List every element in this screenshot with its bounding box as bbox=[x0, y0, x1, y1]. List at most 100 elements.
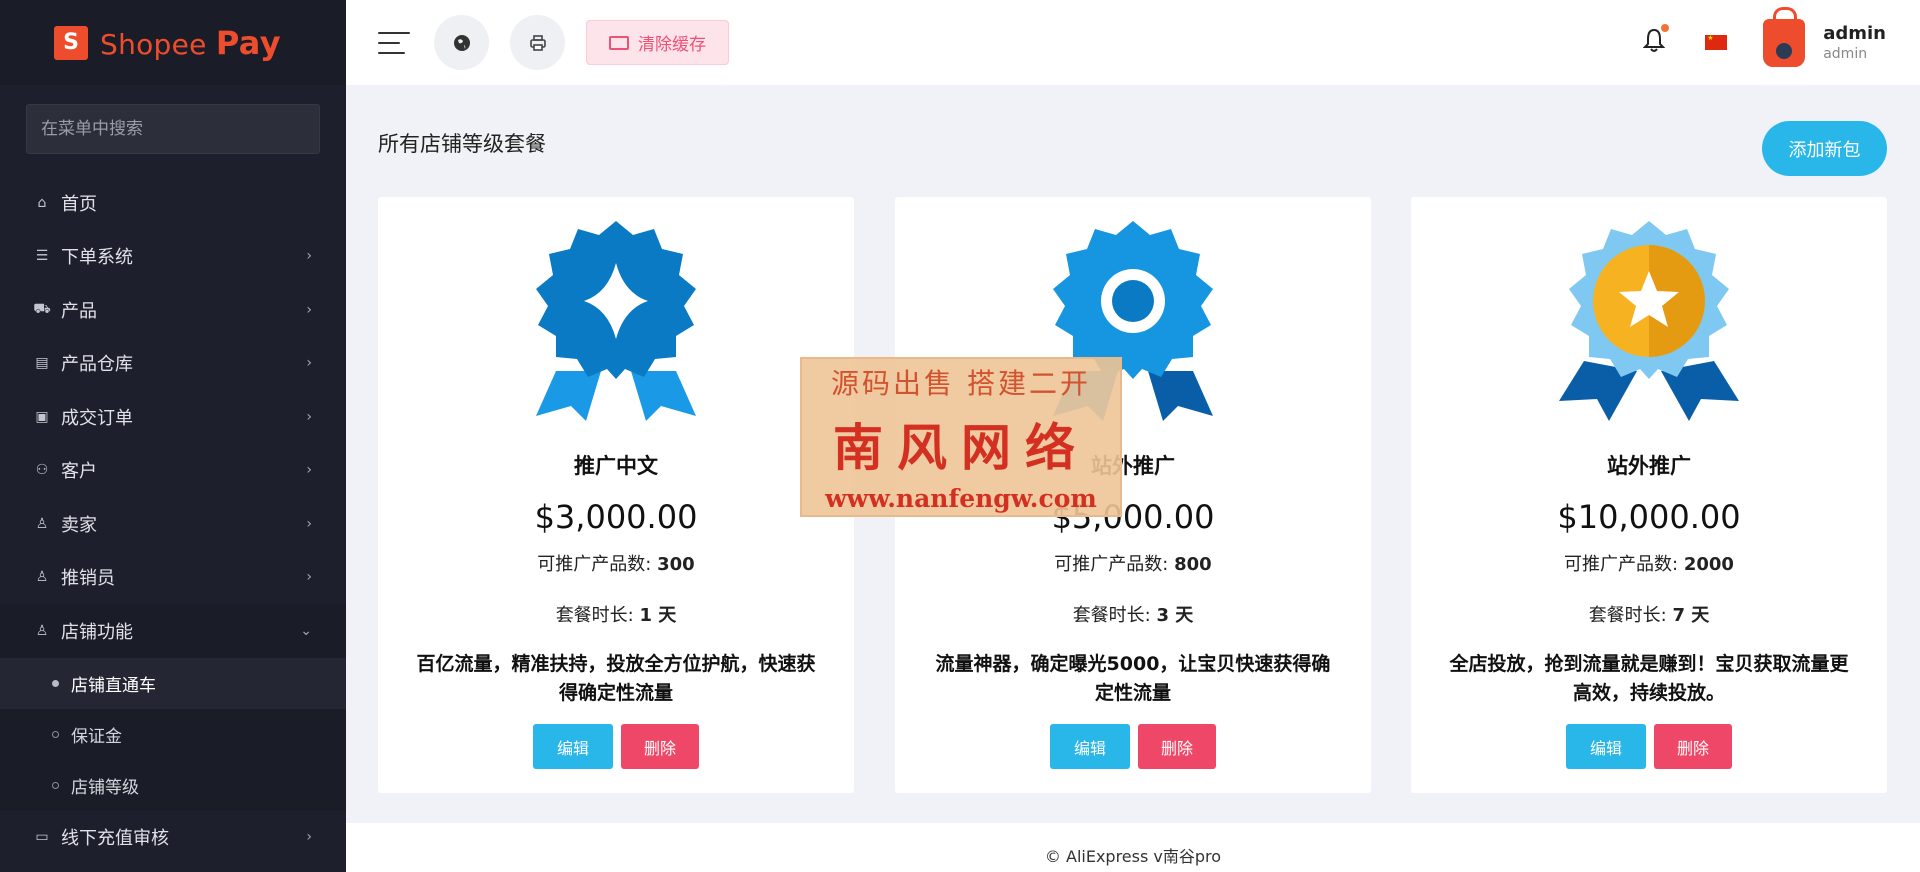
chevron-right-icon: › bbox=[306, 248, 312, 265]
globe-icon[interactable] bbox=[434, 15, 489, 70]
edit-button[interactable]: 编辑 bbox=[1050, 724, 1130, 769]
watermark-stamp: 源码出售 搭建二开 南风网络 www.nanfengw.com bbox=[800, 357, 1122, 517]
shop-features-submenu: 店铺直通车 保证金 店铺等级 bbox=[0, 657, 346, 811]
cart-icon: ⛟ bbox=[33, 300, 51, 317]
chevron-right-icon: › bbox=[306, 408, 312, 425]
list-icon: ☰ bbox=[35, 248, 49, 265]
card-description: 百亿流量，精准扶持，投放全方位护航，快速获得确定性流量 bbox=[416, 653, 816, 704]
user-icon: ♙ bbox=[35, 622, 49, 639]
chevron-right-icon: › bbox=[306, 515, 312, 532]
card-title: 站外推广 bbox=[1607, 454, 1691, 478]
submenu-item-label: 保证金 bbox=[71, 726, 122, 747]
card-description: 流量神器，确定曝光5000，让宝贝快速获得确定性流量 bbox=[935, 653, 1331, 704]
sidebar-item-label: 推销员 bbox=[61, 568, 115, 590]
box-icon: ▤ bbox=[35, 355, 49, 372]
sidebar-item-label: 产品 bbox=[61, 300, 97, 322]
chevron-right-icon: › bbox=[306, 569, 312, 586]
avatar bbox=[1763, 6, 1806, 67]
chevron-right-icon: › bbox=[306, 301, 312, 318]
submenu-item-label: 店铺直通车 bbox=[71, 675, 156, 696]
sidebar-item-label: 下单系统 bbox=[61, 247, 133, 269]
menu-toggle-icon[interactable] bbox=[378, 31, 410, 54]
count-label: 可推广产品数: bbox=[537, 554, 652, 575]
user-role: admin bbox=[1823, 45, 1868, 62]
bell-icon[interactable] bbox=[1642, 23, 1670, 59]
sidebar-item-label: 成交订单 bbox=[61, 407, 133, 429]
clear-cache-button[interactable]: 清除缓存 bbox=[586, 20, 729, 65]
sidebar-item-shop-features[interactable]: ♙ 店铺功能 ⌄ bbox=[0, 604, 346, 658]
sidebar-item-home[interactable]: ⌂ 首页 bbox=[0, 176, 346, 230]
notification-badge bbox=[1661, 23, 1670, 32]
printer-icon[interactable] bbox=[510, 15, 565, 70]
user-icon: ♙ bbox=[35, 569, 49, 586]
chevron-right-icon: › bbox=[306, 355, 312, 372]
submenu-item-deposit[interactable]: 保证金 bbox=[0, 709, 346, 760]
duration-value: 1 天 bbox=[639, 605, 677, 626]
sidebar-item-order-system[interactable]: ☰ 下单系统 › bbox=[0, 230, 346, 284]
card-duration: 套餐时长: 7 天 bbox=[1589, 601, 1710, 627]
brand-name-text: Shopee bbox=[100, 27, 207, 61]
bullet-icon bbox=[52, 730, 59, 738]
badge-star-icon bbox=[1559, 221, 1739, 421]
user-icon: ♙ bbox=[35, 515, 49, 532]
duration-value: 3 天 bbox=[1156, 605, 1194, 626]
submenu-item-shop-express[interactable]: 店铺直通车 bbox=[0, 657, 346, 709]
user-menu[interactable]: admin admin bbox=[1763, 6, 1886, 67]
sidebar-item-products[interactable]: ⛟ 产品 › bbox=[0, 283, 346, 337]
package-card: 站外推广 $10,000.00 可推广产品数: 2000 套餐时长: 7 天 全… bbox=[1411, 197, 1887, 793]
sidebar-item-label: 产品仓库 bbox=[61, 354, 133, 376]
count-label: 可推广产品数: bbox=[1054, 554, 1169, 575]
badge-diamond-icon bbox=[536, 221, 696, 421]
bullet-icon bbox=[52, 781, 59, 789]
watermark-line2: 南风网络 bbox=[833, 417, 1089, 477]
count-value: 800 bbox=[1174, 554, 1212, 575]
sidebar-item-offline-recharge[interactable]: ▭ 线下充值审核 › bbox=[0, 811, 346, 865]
home-icon: ⌂ bbox=[37, 194, 47, 211]
sidebar-item-customers[interactable]: ⚇ 客户 › bbox=[0, 444, 346, 498]
brand-name-bold: Pay bbox=[215, 23, 281, 62]
sidebar-item-label: 店铺功能 bbox=[61, 621, 133, 643]
page-title: 所有店铺等级套餐 bbox=[378, 132, 546, 156]
add-package-button[interactable]: 添加新包 bbox=[1762, 121, 1887, 176]
package-card: 推广中文 $3,000.00 可推广产品数: 300 套餐时长: 1 天 百亿流… bbox=[378, 197, 854, 793]
watermark-line1: 源码出售 搭建二开 bbox=[831, 366, 1091, 400]
chevron-down-icon: ⌄ bbox=[300, 622, 312, 639]
clear-cache-label: 清除缓存 bbox=[638, 35, 706, 55]
chevron-right-icon: › bbox=[306, 829, 312, 846]
sidebar-menu: ⌂ 首页 ☰ 下单系统 › ⛟ 产品 › ▤ 产品仓库 › ▣ 成交订单 › ⚇… bbox=[0, 176, 346, 864]
delete-button[interactable]: 删除 bbox=[621, 724, 699, 769]
delete-button[interactable]: 删除 bbox=[1138, 724, 1216, 769]
edit-button[interactable]: 编辑 bbox=[533, 724, 613, 769]
card-price: $10,000.00 bbox=[1557, 498, 1741, 536]
watermark-line3: www.nanfengw.com bbox=[825, 483, 1097, 513]
menu-search-input[interactable] bbox=[26, 104, 320, 154]
edit-button[interactable]: 编辑 bbox=[1566, 724, 1646, 769]
card-title: 推广中文 bbox=[574, 454, 658, 478]
user-name: admin bbox=[1823, 22, 1886, 44]
brand-logo[interactable]: S Shopee Pay bbox=[0, 0, 346, 85]
count-value: 2000 bbox=[1683, 554, 1734, 575]
submenu-item-label: 店铺等级 bbox=[71, 777, 139, 798]
sidebar-item-label: 卖家 bbox=[61, 514, 97, 536]
china-flag-icon[interactable] bbox=[1705, 34, 1728, 50]
card-duration: 套餐时长: 1 天 bbox=[556, 601, 677, 627]
delete-button[interactable]: 删除 bbox=[1654, 724, 1732, 769]
footer-copyright: © AliExpress v南谷pro bbox=[1044, 847, 1222, 866]
money-icon: ▣ bbox=[35, 408, 49, 425]
card-product-count: 可推广产品数: 300 bbox=[537, 550, 694, 576]
card-icon: ▭ bbox=[35, 829, 49, 846]
sidebar-item-warehouse[interactable]: ▤ 产品仓库 › bbox=[0, 337, 346, 391]
duration-value: 7 天 bbox=[1672, 605, 1710, 626]
main-content: 所有店铺等级套餐 添加新包 推广中文 $3,000.00 可推广产品数: 300… bbox=[346, 85, 1920, 872]
sidebar-item-salesmen[interactable]: ♙ 推销员 › bbox=[0, 551, 346, 605]
sidebar-item-sellers[interactable]: ♙ 卖家 › bbox=[0, 497, 346, 551]
duration-label: 套餐时长: bbox=[1072, 605, 1151, 626]
drive-icon bbox=[609, 35, 629, 50]
users-icon: ⚇ bbox=[35, 462, 49, 479]
sidebar-item-label: 首页 bbox=[61, 193, 97, 215]
card-price: $3,000.00 bbox=[534, 498, 698, 536]
sidebar-item-orders[interactable]: ▣ 成交订单 › bbox=[0, 390, 346, 444]
duration-label: 套餐时长: bbox=[555, 605, 634, 626]
duration-label: 套餐时长: bbox=[1588, 605, 1667, 626]
submenu-item-shop-level[interactable]: 店铺等级 bbox=[0, 760, 346, 811]
